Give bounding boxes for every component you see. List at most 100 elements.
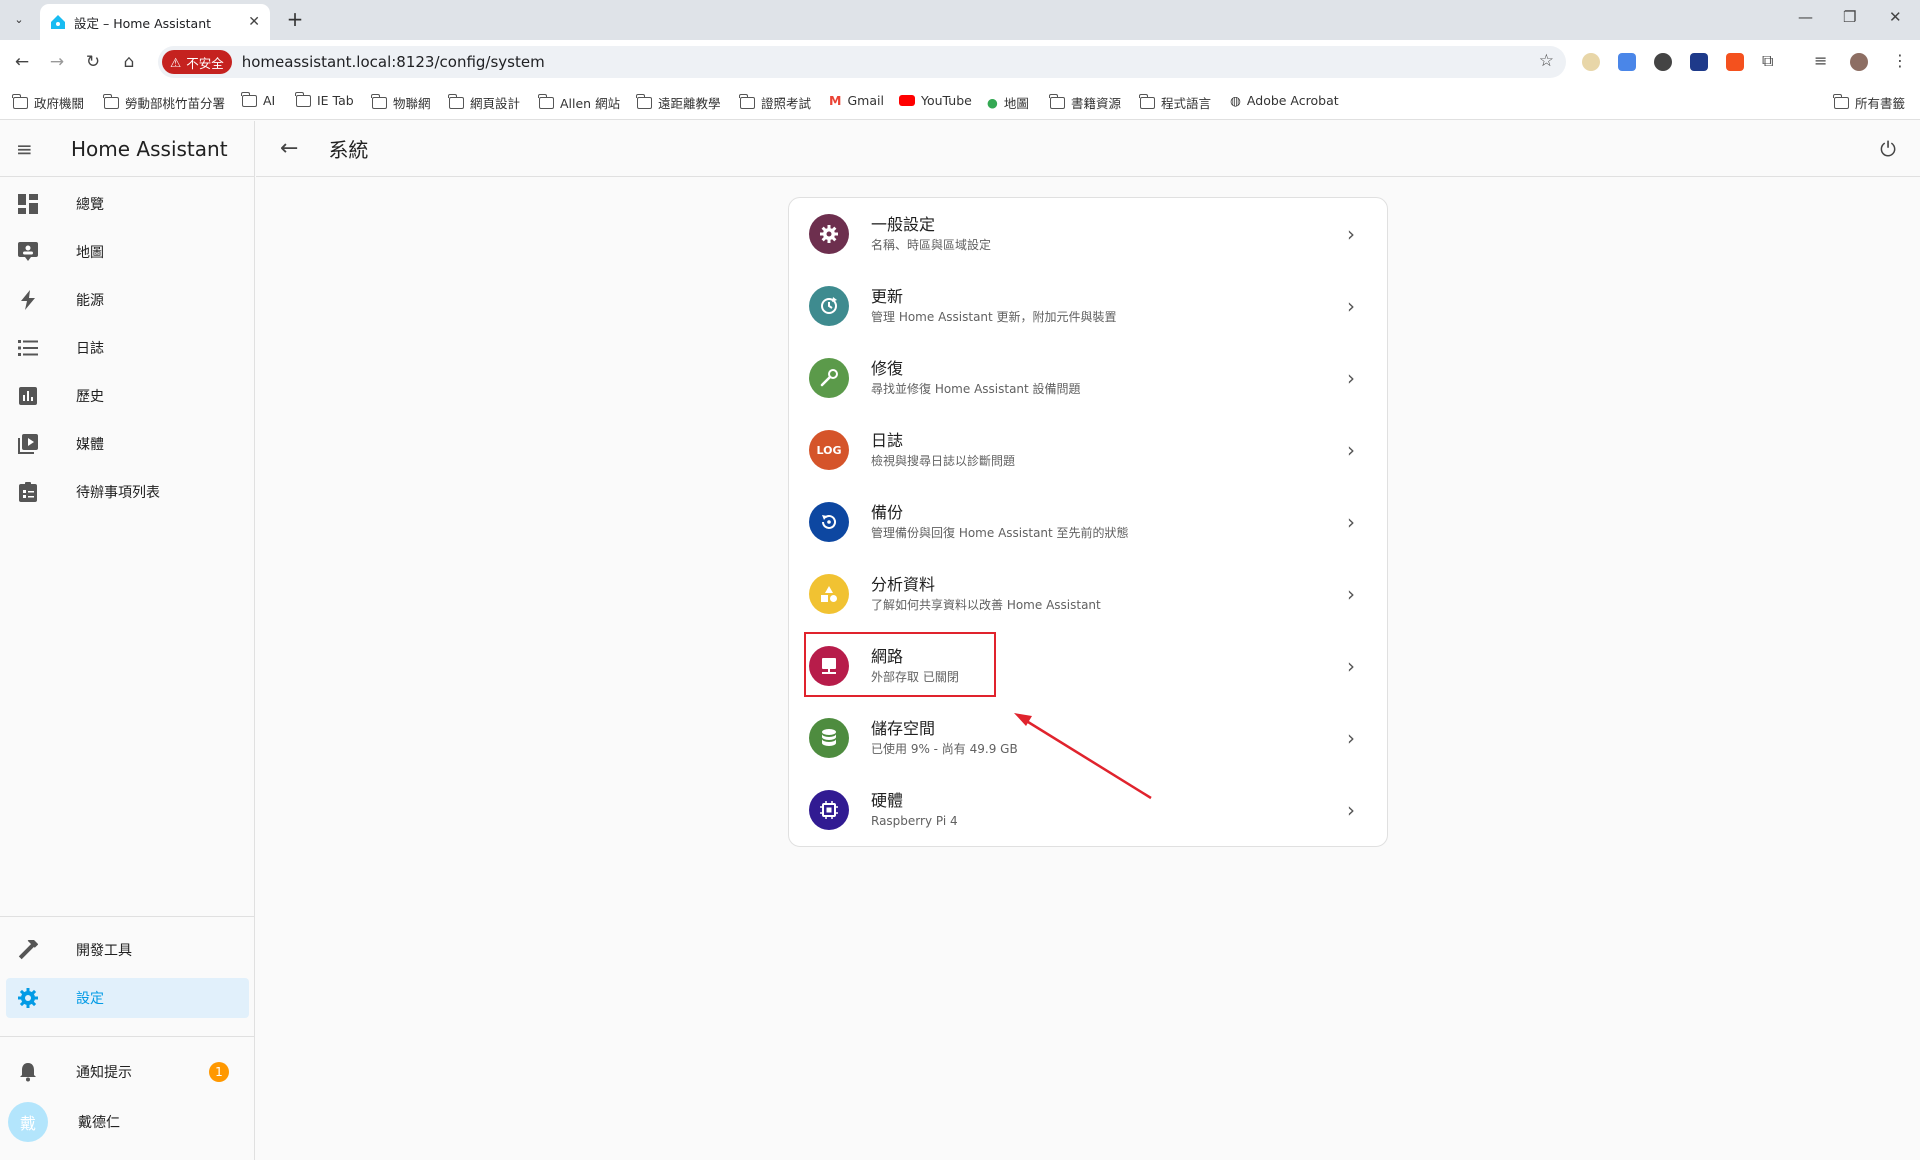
sidebar-item-todo[interactable]: 待辦事項列表: [6, 472, 249, 512]
bookmark-maps[interactable]: ● 地圖: [987, 93, 1029, 112]
sidebar-item-label: 開發工具: [76, 943, 132, 959]
extension-icon[interactable]: [1582, 53, 1600, 71]
bookmark-folder[interactable]: 書籍資源: [1049, 93, 1121, 112]
folder-icon: [538, 93, 554, 109]
list-icon: [16, 336, 40, 360]
item-title: 日誌: [871, 430, 904, 450]
bookmark-folder[interactable]: 物聯網: [371, 93, 431, 112]
extension-icon[interactable]: [1654, 53, 1672, 71]
item-title: 修復: [871, 358, 904, 378]
map-pin-icon: ●: [987, 95, 998, 110]
back-arrow-icon[interactable]: ←: [280, 136, 298, 161]
database-icon: [809, 718, 849, 758]
reload-icon[interactable]: ↻: [81, 50, 105, 74]
bookmark-folder[interactable]: 程式語言: [1139, 93, 1211, 112]
bookmark-folder[interactable]: 證照考試: [739, 93, 811, 112]
insecure-badge[interactable]: ⚠ 不安全: [162, 50, 232, 74]
all-bookmarks[interactable]: 所有書籤: [1833, 93, 1905, 112]
bookmark-folder[interactable]: Allen 網站: [538, 93, 620, 112]
home-icon[interactable]: ⌂: [117, 50, 141, 74]
extension-icon[interactable]: [1726, 53, 1744, 71]
sidebar-item-label: 歷史: [76, 389, 104, 405]
item-description: 尋找並修復 Home Assistant 設備問題: [871, 381, 1081, 396]
chevron-right-icon: ›: [1347, 582, 1355, 606]
folder-icon: [241, 91, 257, 107]
folder-icon: [12, 93, 28, 109]
folder-icon: [295, 91, 311, 107]
chevron-right-icon: ›: [1347, 438, 1355, 462]
item-title: 儲存空間: [871, 718, 936, 738]
browser-tabbar: ⌄ 設定 – Home Assistant ✕ + — ❐ ✕: [0, 0, 1920, 40]
sidebar-item-label: 通知提示: [76, 1065, 132, 1081]
youtube-icon: [899, 95, 915, 106]
app-title: Home Assistant: [71, 136, 228, 161]
list-item-backups[interactable]: 備份 管理備份與回復 Home Assistant 至先前的狀態 ›: [789, 486, 1389, 558]
item-description: Raspberry Pi 4: [871, 813, 958, 828]
address-bar[interactable]: ⚠ 不安全 homeassistant.local:8123/config/sy…: [158, 46, 1566, 78]
item-description: 檢視與搜尋日誌以診斷問題: [871, 453, 1016, 468]
bookmark-folder[interactable]: 遠距離教學: [636, 93, 721, 112]
sidebar-item-overview[interactable]: 總覽: [6, 184, 249, 224]
restore-icon[interactable]: ❐: [1843, 8, 1856, 26]
forward-arrow-icon[interactable]: →: [45, 50, 69, 74]
bookmark-folder[interactable]: 勞動部桃竹苗分署: [103, 93, 225, 112]
chip-icon: [809, 790, 849, 830]
bookmark-gmail[interactable]: M Gmail: [829, 93, 884, 108]
media-control-icon[interactable]: ≡: [1814, 51, 1827, 70]
sidebar-item-label: 地圖: [76, 245, 104, 261]
extensions-puzzle-icon[interactable]: ⧉: [1762, 51, 1773, 71]
lightning-icon: [16, 288, 40, 312]
list-item-repairs[interactable]: 修復 尋找並修復 Home Assistant 設備問題 ›: [789, 342, 1389, 414]
url-text[interactable]: homeassistant.local:8123/config/system: [242, 53, 545, 71]
chevron-right-icon: ›: [1347, 222, 1355, 246]
list-item-hardware[interactable]: 硬體 Raspberry Pi 4 ›: [789, 774, 1389, 846]
bookmark-adobe[interactable]: ◍ Adobe Acrobat: [1230, 93, 1339, 108]
sidebar: ≡ Home Assistant 總覽 地圖 能源 日誌 歷史 媒體 待辦事項列…: [0, 121, 255, 1160]
item-description: 管理備份與回復 Home Assistant 至先前的狀態: [871, 525, 1129, 540]
gear-icon: [16, 986, 40, 1010]
back-arrow-icon[interactable]: ←: [10, 50, 34, 74]
sidebar-item-media[interactable]: 媒體: [6, 424, 249, 464]
clipboard-icon: [16, 480, 40, 504]
power-icon[interactable]: ⏻: [1880, 137, 1896, 161]
bookmark-folder[interactable]: IE Tab: [295, 91, 354, 108]
folder-icon: [1049, 93, 1065, 109]
tab-close-icon[interactable]: ✕: [248, 14, 260, 30]
browser-tab[interactable]: 設定 – Home Assistant ✕: [40, 4, 270, 40]
menu-collapse-icon[interactable]: ≡: [16, 137, 44, 161]
sidebar-item-notifications[interactable]: 通知提示 1: [6, 1052, 249, 1092]
translate-extension-icon[interactable]: [1618, 53, 1636, 71]
folder-icon: [448, 93, 464, 109]
bookmark-folder[interactable]: AI: [241, 91, 275, 108]
sidebar-item-history[interactable]: 歷史: [6, 376, 249, 416]
sidebar-item-map[interactable]: 地圖: [6, 232, 249, 272]
sidebar-item-settings[interactable]: 設定: [6, 978, 249, 1018]
bookmark-youtube[interactable]: YouTube: [899, 93, 972, 108]
backup-icon: [809, 502, 849, 542]
list-item-analytics[interactable]: 分析資料 了解如何共享資料以改善 Home Assistant ›: [789, 558, 1389, 630]
insecure-label: 不安全: [186, 55, 224, 71]
wrench-icon: [809, 358, 849, 398]
avatar: 戴: [8, 1102, 48, 1142]
bookmarks-bar: 政府機關 勞動部桃竹苗分署 AI IE Tab 物聯網 網頁設計 Allen 網…: [0, 84, 1920, 120]
sidebar-item-developer-tools[interactable]: 開發工具: [6, 930, 249, 970]
minimize-icon[interactable]: —: [1798, 8, 1813, 26]
folder-icon: [1833, 93, 1849, 109]
bookmark-folder[interactable]: 政府機關: [12, 93, 84, 112]
window-close-icon[interactable]: ✕: [1889, 8, 1902, 26]
list-item-storage[interactable]: 儲存空間 已使用 9% - 尚有 49.9 GB ›: [789, 702, 1389, 774]
tab-search-icon[interactable]: ⌄: [8, 8, 30, 30]
new-tab-button[interactable]: +: [282, 7, 308, 31]
sidebar-header: ≡ Home Assistant: [0, 121, 254, 177]
extension-icon[interactable]: [1690, 53, 1708, 71]
browser-menu-icon[interactable]: ⋮: [1892, 51, 1908, 70]
bookmark-star-icon[interactable]: ☆: [1539, 51, 1554, 71]
list-item-general[interactable]: 一般設定 名稱、時區與區域設定 ›: [789, 198, 1389, 270]
sidebar-item-logbook[interactable]: 日誌: [6, 328, 249, 368]
list-item-updates[interactable]: 更新 管理 Home Assistant 更新，附加元件與裝置 ›: [789, 270, 1389, 342]
profile-avatar-icon[interactable]: [1850, 53, 1868, 71]
sidebar-item-energy[interactable]: 能源: [6, 280, 249, 320]
bookmark-folder[interactable]: 網頁設計: [448, 93, 520, 112]
sidebar-item-profile[interactable]: 戴 戴德仁: [6, 1100, 249, 1144]
list-item-logs[interactable]: LOG 日誌 檢視與搜尋日誌以診斷問題 ›: [789, 414, 1389, 486]
